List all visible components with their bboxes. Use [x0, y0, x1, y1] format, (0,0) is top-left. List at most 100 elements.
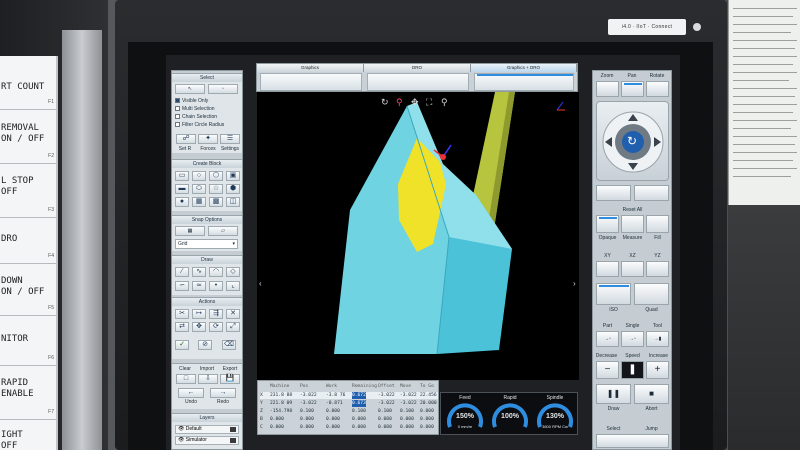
confirm-icon[interactable]: ✓	[175, 340, 189, 350]
dial-left-button[interactable]	[596, 185, 631, 201]
opaque-button[interactable]	[596, 215, 619, 233]
snap-dropdown[interactable]: Grid ▾	[175, 239, 238, 249]
extend-icon[interactable]: ↦	[192, 309, 206, 319]
layer-row[interactable]: 👁 Simulator	[175, 436, 239, 445]
text-icon[interactable]: ◫	[226, 197, 240, 207]
view-left-arrow[interactable]: ‹	[259, 279, 262, 288]
tab-graphics-dro[interactable]: Graphics + DRO	[471, 64, 577, 72]
fkey-f7[interactable]: RAPID ENABLE F7	[0, 366, 56, 420]
tab-graphics-dro-panel[interactable]	[474, 73, 574, 91]
polygon-icon[interactable]: ⬡	[209, 171, 223, 181]
line-icon[interactable]: ∕	[175, 267, 189, 277]
decrease-speed-button[interactable]: −	[596, 361, 619, 379]
single-step-button[interactable]: →▫	[621, 331, 644, 347]
pattern-icon[interactable]: ▩	[209, 197, 223, 207]
move-icon[interactable]: ✥	[192, 322, 206, 332]
spline-icon[interactable]: ∽	[175, 281, 189, 291]
layer-color-swatch[interactable]	[230, 427, 236, 432]
curve-icon[interactable]: ≃	[192, 281, 206, 291]
redo-button[interactable]: →	[210, 388, 236, 398]
pause-button[interactable]: ❚❚	[596, 384, 631, 404]
rapid-gauge[interactable]: Rapid 100%	[488, 395, 532, 435]
zoom-mode-button[interactable]	[596, 81, 619, 97]
zoom-region-icon[interactable]: ⚲	[396, 97, 403, 108]
select-pointer-button[interactable]: ↖	[175, 84, 205, 94]
clear-button[interactable]: □	[176, 374, 196, 384]
eye-icon[interactable]: 👁	[178, 426, 184, 432]
quad-view-button[interactable]	[634, 283, 669, 305]
import-button[interactable]: ⇩	[198, 374, 218, 384]
fkey-f6[interactable]: NITOR F6	[0, 316, 56, 366]
feed-gauge[interactable]: Feed 150% 0 mm/m	[443, 395, 487, 435]
fkey-f1[interactable]: RT COUNT F1	[0, 72, 56, 110]
settings-icon[interactable]: ☰	[220, 134, 240, 144]
increase-speed-button[interactable]: +	[646, 361, 669, 379]
measure-button[interactable]	[621, 215, 644, 233]
fillet-icon[interactable]: ⌞	[226, 281, 240, 291]
snap-point-button[interactable]: ▱	[208, 226, 238, 236]
offset-icon[interactable]: ⇶	[209, 309, 223, 319]
iso-view-button[interactable]	[596, 283, 631, 305]
xz-plane-button[interactable]	[621, 261, 644, 277]
visible-only-checkbox[interactable]: Visible Only	[175, 98, 208, 105]
view-right-arrow[interactable]: ›	[573, 279, 576, 288]
undo-button[interactable]: ←	[178, 388, 204, 398]
set-r-icon[interactable]: ☍	[176, 134, 196, 144]
dial-right-button[interactable]	[634, 185, 669, 201]
rotate-mode-button[interactable]	[646, 81, 669, 97]
fkey-f3[interactable]: L STOP OFF F3	[0, 164, 56, 218]
chain-selection-checkbox[interactable]: Chain Selection	[175, 114, 217, 121]
select-jump-bar[interactable]	[596, 434, 669, 448]
fkey-f2[interactable]: REMOVAL ON / OFF F2	[0, 110, 56, 164]
fit-icon[interactable]: ⛶	[426, 97, 432, 108]
pan-mode-button[interactable]	[621, 81, 644, 97]
zoom-icon[interactable]: ⚲	[441, 97, 448, 108]
stop-button[interactable]: ■	[634, 384, 669, 404]
arc-icon[interactable]: ◠	[209, 267, 223, 277]
snap-grid-button[interactable]: ▦	[175, 226, 205, 236]
multi-selection-checkbox[interactable]: Multi Selection	[175, 106, 215, 113]
yz-plane-button[interactable]	[646, 261, 669, 277]
layer-row[interactable]: 👁 Default	[175, 425, 239, 434]
trash-icon[interactable]: ⌫	[222, 340, 236, 350]
tool-step-button[interactable]: →▮	[646, 331, 669, 347]
part-step-button[interactable]: →▫	[596, 331, 619, 347]
rotate-icon[interactable]: ↻	[381, 97, 389, 108]
xy-plane-button[interactable]	[596, 261, 619, 277]
circle-icon[interactable]: ○	[192, 171, 206, 181]
filter-circle-radius-checkbox[interactable]: Filter Circle Radius	[175, 122, 224, 129]
fkey-f8[interactable]: IGHT OFF	[0, 420, 56, 450]
cancel-icon[interactable]: ⊘	[198, 340, 212, 350]
eye-icon[interactable]: 👁	[178, 437, 184, 443]
diamond-icon[interactable]: ◇	[226, 267, 240, 277]
spindle-gauge[interactable]: Spindle 130% 3600 RPM Cw	[533, 395, 577, 435]
forces-icon[interactable]: ✦	[198, 134, 218, 144]
slot-icon[interactable]: ▬	[175, 184, 189, 194]
select-box-button[interactable]: ▫	[208, 84, 238, 94]
hexagon-icon[interactable]: ⬢	[226, 184, 240, 194]
tab-dro[interactable]: DRO	[364, 64, 471, 72]
tab-dro-panel[interactable]	[367, 73, 469, 91]
polyline-icon[interactable]: ∿	[192, 267, 206, 277]
fill-button[interactable]	[646, 215, 669, 233]
mirror-icon[interactable]: ⇄	[175, 322, 189, 332]
star-icon[interactable]: ☆	[209, 184, 223, 194]
trim-icon[interactable]: ✂	[175, 309, 189, 319]
rectangle-icon[interactable]: ▭	[175, 171, 189, 181]
pin-icon[interactable]: ●	[175, 197, 189, 207]
fkey-f5[interactable]: DOWN ON / OFF F5	[0, 264, 56, 316]
layer-color-swatch[interactable]	[230, 438, 236, 443]
grid-icon[interactable]: ▦	[192, 197, 206, 207]
navigation-dial[interactable]: ↻	[596, 101, 669, 181]
box-icon[interactable]: ▣	[226, 171, 240, 181]
pan-icon[interactable]: ✥	[411, 97, 419, 108]
delete-segment-icon[interactable]: ✕	[226, 309, 240, 319]
fkey-f4[interactable]: DRO F4	[0, 218, 56, 264]
export-button[interactable]: 💾	[220, 374, 240, 384]
graphics-viewport[interactable]: ‹ ›	[257, 92, 579, 380]
rotate-center-icon[interactable]: ↻	[627, 134, 637, 148]
tab-graphics[interactable]: Graphics	[257, 64, 364, 72]
rotate-entity-icon[interactable]: ⟳	[209, 322, 223, 332]
ellipse-icon[interactable]: ⬭	[192, 184, 206, 194]
scale-icon[interactable]: ⤢	[226, 322, 240, 332]
